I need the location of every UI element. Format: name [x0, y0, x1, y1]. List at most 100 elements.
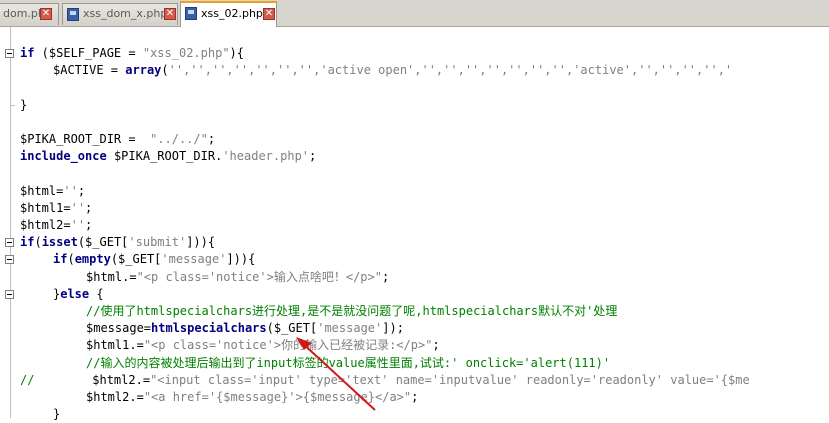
- code-token: 'header.php': [222, 149, 310, 164]
- code-token: ;: [411, 390, 419, 404]
- code-line: if ($SELF_PAGE = "xss_02.php"){: [0, 45, 829, 62]
- code-line: }: [0, 97, 829, 114]
- code-token: include_once: [20, 149, 107, 164]
- tab-label: xss_02.php: [201, 7, 263, 20]
- code-token: "xss_02.php": [142, 46, 230, 60]
- code-text: $html='';: [20, 183, 85, 200]
- code-text: }: [20, 97, 27, 114]
- tab-dom-php[interactable]: dom.php ✕: [0, 3, 59, 25]
- code-line: $html2.="<a href='{$message}'>{$message}…: [0, 389, 829, 406]
- code-line: include_once $PIKA_ROOT_DIR.'header.php'…: [0, 148, 829, 165]
- code-token: $PIKA_ROOT_DIR: [113, 149, 216, 164]
- code-line: //使用了htmlspecialchars进行处理,是不是就没问题了呢,html…: [0, 303, 829, 320]
- code-text: if(empty($_GET['message'])){: [53, 251, 255, 268]
- code-token: 'submit': [128, 235, 187, 250]
- code-text: //输入的内容被处理后输出到了input标签的value属性里面,试试:' on…: [86, 355, 610, 372]
- fold-toggle-icon[interactable]: [5, 238, 14, 248]
- code-token: }: [53, 407, 61, 422]
- fold-toggle-icon[interactable]: [5, 255, 14, 265]
- tab-bar: dom.php ✕ xss_dom_x.php ✕ xss_02.php ✕: [0, 0, 829, 27]
- code-line: $ACTIVE = array('','','','','','','','ac…: [0, 62, 829, 79]
- code-token: (: [161, 63, 169, 78]
- code-token: ])){: [226, 252, 256, 267]
- code-token: htmlspecialchars: [151, 321, 267, 336]
- code-text: //使用了htmlspecialchars进行处理,是不是就没问题了呢,html…: [86, 303, 617, 320]
- code-token: empty: [74, 252, 111, 267]
- code-token: =: [63, 218, 71, 232]
- code-token: ]);: [382, 321, 404, 336]
- code-token: ;: [77, 183, 86, 198]
- code-token: (: [77, 235, 86, 250]
- tab-xss-dom-x-php[interactable]: xss_dom_x.php ✕: [62, 3, 178, 25]
- code-token: .=: [135, 372, 151, 387]
- code-token: (: [110, 252, 119, 267]
- code-token: }: [20, 97, 28, 112]
- code-token: 'message': [161, 252, 227, 267]
- code-token: (: [67, 252, 75, 267]
- code-token: '','','','','','','','active open','',''…: [168, 63, 733, 78]
- code-text: include_once $PIKA_ROOT_DIR.'header.php'…: [20, 148, 316, 165]
- code-token: "../../": [150, 132, 208, 146]
- code-line: }else {: [0, 286, 829, 303]
- code-token: $SELF_PAGE: [48, 46, 122, 60]
- code-line: // $html2.="<input class='input' type='t…: [0, 372, 829, 389]
- code-token: array: [125, 63, 162, 78]
- code-token: ;: [207, 132, 216, 146]
- code-token: $html1: [86, 338, 130, 353]
- fold-end-marker: [10, 104, 15, 106]
- code-token: =: [63, 200, 71, 215]
- code-text: $html.="<p class='notice'>输入点啥吧！</p>";: [86, 269, 389, 286]
- code-token: $html2: [92, 372, 136, 387]
- code-text: $PIKA_ROOT_DIR = "../../";: [20, 131, 215, 148]
- code-token: (: [266, 321, 274, 336]
- code-token: 'message': [317, 321, 383, 336]
- code-token: //使用了htmlspecialchars进行处理,是不是就没问题了呢,html…: [86, 304, 618, 318]
- code-line: $html.="<p class='notice'>输入点啥吧！</p>";: [0, 269, 829, 286]
- fold-toggle-icon[interactable]: [5, 289, 14, 299]
- code-token: ){: [229, 46, 244, 60]
- code-token: {: [89, 286, 104, 301]
- code-token: if: [20, 235, 35, 250]
- code-text: $ACTIVE = array('','','','','','','','ac…: [53, 62, 732, 79]
- code-token: =: [121, 46, 143, 60]
- code-token: $_GET: [273, 321, 310, 336]
- code-text: }: [53, 406, 60, 423]
- code-line: }: [0, 406, 829, 423]
- code-line: $html1.="<p class='notice'>你的输入已经被记录:</p…: [0, 337, 829, 354]
- code-token: $html2: [86, 390, 130, 404]
- fold-toggle-icon[interactable]: [5, 49, 14, 58]
- code-text: }else {: [53, 286, 104, 303]
- code-token: "<p class='notice'>输入点啥吧！</p>": [136, 269, 382, 284]
- code-editor[interactable]: if ($SELF_PAGE = "xss_02.php"){$ACTIVE =…: [0, 27, 829, 421]
- code-token: '': [70, 218, 86, 232]
- code-token: "<p class='notice'>你的输入已经被记录:</p>": [143, 338, 433, 353]
- code-token: $_GET: [118, 252, 155, 267]
- code-token: $html2: [20, 218, 64, 232]
- code-token: else: [60, 286, 90, 301]
- code-line: $PIKA_ROOT_DIR = "../../";: [0, 131, 829, 148]
- close-icon[interactable]: ✕: [263, 8, 275, 20]
- code-token: $_GET: [85, 235, 122, 250]
- code-token: ;: [381, 269, 390, 284]
- code-token: $message: [86, 321, 144, 336]
- code-line: $message=htmlspecialchars($_GET['message…: [0, 320, 829, 337]
- code-line: $html2='';: [0, 217, 829, 234]
- code-token: ;: [85, 200, 93, 215]
- close-icon[interactable]: ✕: [40, 8, 52, 20]
- code-token: =: [103, 63, 126, 78]
- code-text: $html2='';: [20, 217, 92, 234]
- code-text: // $html2.="<input class='input' type='t…: [20, 372, 750, 389]
- code-token: $html: [86, 269, 123, 284]
- code-text: $html1='';: [20, 200, 92, 217]
- code-token: (: [34, 235, 42, 250]
- code-token: //输入的内容被处理后输出到了input标签的value属性里面,试试:' on…: [86, 355, 611, 370]
- code-token: if: [20, 46, 35, 60]
- code-line: $html1='';: [0, 200, 829, 217]
- tab-xss-02-php[interactable]: xss_02.php ✕: [180, 1, 277, 27]
- code-line: $html='';: [0, 183, 829, 200]
- code-token: if: [53, 252, 68, 267]
- code-text: if(isset($_GET['submit'])){: [20, 234, 215, 251]
- close-icon[interactable]: ✕: [164, 8, 176, 20]
